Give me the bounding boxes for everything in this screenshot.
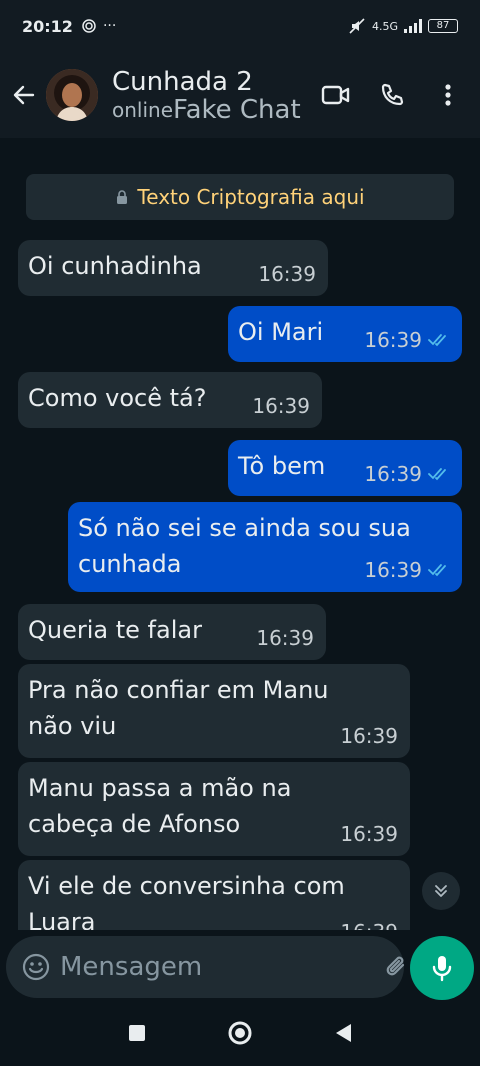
read-ticks-icon bbox=[428, 334, 446, 347]
phone-icon bbox=[381, 83, 404, 106]
lock-icon bbox=[117, 190, 128, 204]
voice-call-button[interactable] bbox=[368, 71, 416, 119]
chat-header: Cunhada 2 online Fake Chat bbox=[0, 52, 480, 138]
triangle-back-icon bbox=[336, 1024, 351, 1042]
home-button[interactable] bbox=[227, 1020, 253, 1050]
message-time: 16:39 bbox=[256, 626, 314, 650]
message-time: 16:39 bbox=[364, 558, 422, 582]
message-time: 16:39 bbox=[364, 462, 422, 486]
more-options-button[interactable] bbox=[424, 71, 472, 119]
contact-name: Cunhada 2 bbox=[112, 67, 253, 97]
message-text: Pra não confiar em Manu não viu bbox=[28, 676, 329, 740]
video-call-icon bbox=[321, 85, 350, 105]
voice-message-button[interactable] bbox=[410, 936, 474, 1000]
status-time: 20:12 bbox=[22, 16, 73, 36]
back-button[interactable] bbox=[2, 73, 46, 117]
read-ticks-icon bbox=[428, 468, 446, 481]
more-vert-icon bbox=[445, 84, 451, 106]
scroll-to-bottom-button[interactable] bbox=[422, 872, 460, 910]
message-bubble-incoming[interactable]: Vi ele de conversinha com Luara 16:39 bbox=[18, 860, 410, 930]
mute-icon bbox=[349, 18, 365, 34]
recents-button[interactable] bbox=[127, 1023, 147, 1047]
message-time: 16:39 bbox=[340, 724, 398, 748]
square-icon bbox=[129, 1025, 145, 1041]
fake-chat-label: Fake Chat bbox=[173, 95, 301, 125]
emoji-icon bbox=[22, 953, 50, 981]
chat-messages[interactable]: Texto Criptografia aqui Oi cunhadinha 16… bbox=[0, 138, 480, 930]
system-navigation-bar bbox=[0, 1004, 480, 1066]
contact-info[interactable]: Cunhada 2 online Fake Chat bbox=[112, 67, 301, 123]
message-time: 16:39 bbox=[252, 394, 310, 418]
avatar-image bbox=[46, 69, 98, 121]
contact-status: online bbox=[112, 98, 174, 122]
message-time: 16:39 bbox=[258, 262, 316, 286]
message-bubble-incoming[interactable]: Oi cunhadinha 16:39 bbox=[18, 240, 328, 296]
battery-icon: 87 bbox=[428, 19, 458, 33]
status-bar: 20:12 ··· 4.5G 87 bbox=[0, 0, 480, 52]
signal-icon bbox=[404, 19, 422, 33]
message-bubble-incoming[interactable]: Queria te falar 16:39 bbox=[18, 604, 326, 660]
message-time: 16:39 bbox=[364, 328, 422, 352]
network-type-label: 4.5G bbox=[371, 19, 398, 33]
attach-button[interactable] bbox=[384, 947, 410, 987]
message-text: Oi cunhadinha bbox=[28, 252, 202, 280]
message-bubble-incoming[interactable]: Pra não confiar em Manu não viu 16:39 bbox=[18, 664, 410, 758]
message-bubble-incoming[interactable]: Como você tá? 16:39 bbox=[18, 372, 322, 428]
video-call-button[interactable] bbox=[312, 71, 360, 119]
message-bubble-outgoing[interactable]: Oi Mari 16:39 bbox=[228, 306, 462, 362]
paperclip-icon bbox=[386, 956, 405, 976]
microphone-icon bbox=[432, 956, 452, 982]
message-bubble-outgoing[interactable]: Tô bem 16:39 bbox=[228, 440, 462, 496]
message-composer bbox=[6, 936, 437, 998]
message-text: Tô bem bbox=[238, 452, 326, 480]
encryption-banner[interactable]: Texto Criptografia aqui bbox=[26, 174, 454, 220]
message-text: Como você tá? bbox=[28, 384, 207, 412]
avatar[interactable] bbox=[46, 69, 98, 121]
message-bubble-outgoing[interactable]: Só não sei se ainda sou sua cunhada 16:3… bbox=[68, 502, 462, 592]
emoji-button[interactable] bbox=[22, 952, 50, 982]
message-time: 16:39 bbox=[340, 914, 398, 930]
message-text: Oi Mari bbox=[238, 318, 324, 346]
message-bubble-incoming[interactable]: Manu passa a mão na cabeça de Afonso 16:… bbox=[18, 762, 410, 856]
message-text: Manu passa a mão na cabeça de Afonso bbox=[28, 774, 292, 838]
message-text: Vi ele de conversinha com Luara bbox=[28, 872, 345, 930]
battery-level: 87 bbox=[436, 20, 450, 31]
fingerprint-icon bbox=[82, 19, 96, 33]
message-text: Queria te falar bbox=[28, 616, 202, 644]
circle-icon bbox=[228, 1021, 252, 1045]
encryption-banner-text: Texto Criptografia aqui bbox=[137, 185, 365, 209]
double-chevron-down-icon bbox=[435, 885, 447, 897]
read-ticks-icon bbox=[428, 564, 446, 577]
message-time: 16:39 bbox=[340, 822, 398, 846]
more-notifications-icon: ··· bbox=[102, 18, 117, 34]
back-nav-button[interactable] bbox=[333, 1022, 353, 1048]
message-input[interactable] bbox=[60, 952, 384, 982]
arrow-left-icon bbox=[13, 85, 35, 105]
